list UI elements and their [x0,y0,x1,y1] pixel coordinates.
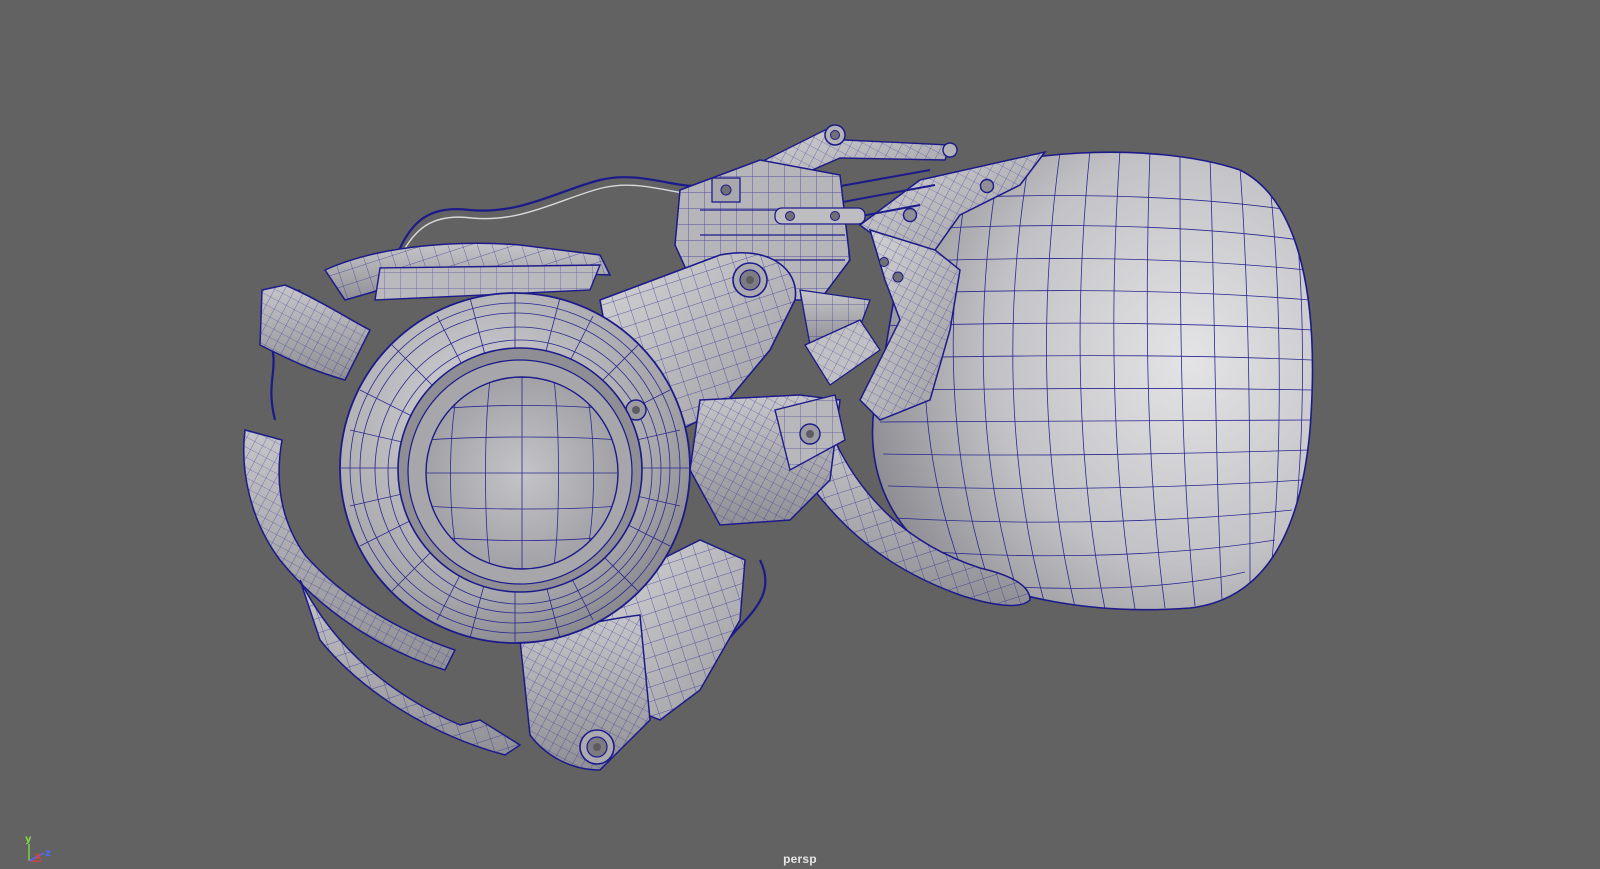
fin-bolt-upper [979,178,995,194]
linkage-pivot-right [942,142,958,158]
perspective-viewport[interactable]: y x z persp [0,0,1600,869]
mech-bolt-small [879,257,889,267]
fin-bolt-lower [902,207,918,223]
model-viewport-canvas[interactable] [0,0,1600,869]
camera-name-label: persp [783,852,817,866]
lens-inner-recess [397,347,643,593]
y-axis-label: y [25,834,32,845]
lens-glass [426,377,618,569]
